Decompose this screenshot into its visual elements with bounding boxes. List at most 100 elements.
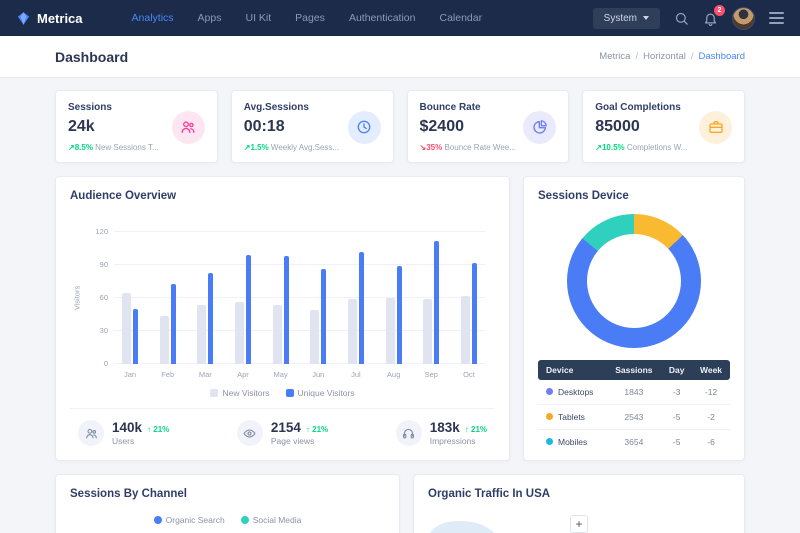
device-table-row-desktops: Desktops1843-3-12 <box>538 380 730 405</box>
clock-icon <box>348 111 381 144</box>
bar-unique-visitors <box>397 266 402 364</box>
hamburger-menu-icon[interactable] <box>769 12 784 24</box>
brand-logo-icon <box>16 11 31 26</box>
stat-card-value: $2400 <box>420 118 516 136</box>
breadcrumb-separator: / <box>691 51 694 62</box>
chart-legend: New Visitors Unique Visitors <box>70 388 495 398</box>
legend-marker <box>210 389 218 397</box>
navbar-actions: System 2 <box>593 7 784 30</box>
bar-new-visitors <box>310 310 319 364</box>
bar-new-visitors <box>235 302 244 364</box>
nav-item-calendar[interactable]: Calendar <box>429 6 494 30</box>
audience-stat-text: 183k ↑ 21% Impressions <box>430 420 487 446</box>
device-table-header-day: Day <box>661 360 692 380</box>
day-cell: -3 <box>661 380 692 405</box>
breadcrumb-item-horizontal[interactable]: Horizontal <box>643 51 686 62</box>
nav-item-apps[interactable]: Apps <box>187 6 233 30</box>
nav-item-authentication[interactable]: Authentication <box>338 6 427 30</box>
nav-item-analytics[interactable]: Analytics <box>121 6 185 30</box>
legend-item-unique-visitors[interactable]: Unique Visitors <box>286 388 355 398</box>
device-cell: Mobiles <box>538 430 606 455</box>
stat-card-title: Sessions <box>68 102 159 113</box>
user-avatar[interactable] <box>732 7 755 30</box>
bar-new-visitors <box>423 299 432 364</box>
trend-percent: ↗10.5% <box>595 143 624 152</box>
legend-marker <box>286 389 294 397</box>
device-cell: Tablets <box>538 405 606 430</box>
stat-card-trend: ↗10.5% Completions W... <box>595 143 687 152</box>
legend-item-organic-search[interactable]: Organic Search <box>154 515 225 525</box>
y-tick-label: 0 <box>88 359 108 368</box>
chevron-down-icon <box>643 16 649 20</box>
sessions-device-title: Sessions Device <box>538 190 730 202</box>
nav-item-ui-kit[interactable]: UI Kit <box>234 6 282 30</box>
system-dropdown-label: System <box>604 13 637 24</box>
bar-unique-visitors <box>359 252 364 364</box>
bar-unique-visitors <box>171 284 176 364</box>
breadcrumb-item-dashboard: Dashboard <box>699 51 745 62</box>
audience-stat-label: Users <box>112 436 169 446</box>
bar-group-mar: Mar <box>197 232 213 364</box>
breadcrumb-item-metrica[interactable]: Metrica <box>599 51 630 62</box>
map-zoom-in-button[interactable]: + <box>570 515 588 533</box>
bar-group-sep: Sep <box>423 232 439 364</box>
notifications-bell-icon[interactable]: 2 <box>703 11 718 26</box>
app-window: Metrica AnalyticsAppsUI KitPagesAuthenti… <box>0 0 800 533</box>
legend-item-social-media[interactable]: Social Media <box>241 515 302 525</box>
stat-card-text: Bounce Rate $2400 ↘35% Bounce Rate Wee..… <box>420 102 516 152</box>
audience-stat-label: Impressions <box>430 436 487 446</box>
headphones-icon <box>396 420 422 446</box>
bar-group-jun: Jun <box>310 232 326 364</box>
device-dot <box>546 413 553 420</box>
device-table-row-mobiles: Mobiles3654-5-6 <box>538 430 730 455</box>
audience-stat-percent: ↑ 21% <box>465 425 487 434</box>
trend-percent: ↘35% <box>420 143 443 152</box>
usa-map-shape <box>428 521 500 533</box>
stat-card-value: 00:18 <box>244 118 339 136</box>
x-tick-label: Sep <box>425 370 438 379</box>
stat-card-trend: ↗1.5% Weekly Avg.Sess... <box>244 143 339 152</box>
device-cell: Desktops <box>538 380 606 405</box>
device-table-header-week: Week <box>692 360 730 380</box>
audience-stat-impressions: 183k ↑ 21% Impressions <box>396 420 487 446</box>
eye-icon <box>237 420 263 446</box>
bar-new-visitors <box>122 293 131 365</box>
x-tick-label: Jul <box>351 370 361 379</box>
y-tick-label: 60 <box>88 293 108 302</box>
bar-new-visitors <box>160 316 169 364</box>
search-icon[interactable] <box>674 11 689 26</box>
legend-marker <box>154 516 162 524</box>
audience-stat-percent: ↑ 21% <box>306 425 328 434</box>
nav-item-pages[interactable]: Pages <box>284 6 336 30</box>
bar-group-jan: Jan <box>122 232 138 364</box>
day-cell: -5 <box>661 405 692 430</box>
pie-icon <box>523 111 556 144</box>
device-table: DeviceSassionsDayWeekDesktops1843-3-12Ta… <box>538 360 730 454</box>
x-tick-label: May <box>274 370 288 379</box>
x-tick-label: Jun <box>312 370 324 379</box>
users-icon <box>78 420 104 446</box>
bar-unique-visitors <box>321 269 326 364</box>
device-table-header-sassions: Sassions <box>606 360 661 380</box>
bar-group-jul: Jul <box>348 232 364 364</box>
stat-card-sessions: Sessions 24k ↗8.5% New Sessions T... <box>55 90 218 163</box>
breadcrumb: Metrica/Horizontal/Dashboard <box>599 51 745 62</box>
system-dropdown[interactable]: System <box>593 8 660 29</box>
page-title: Dashboard <box>55 49 128 65</box>
stat-card-text: Goal Completions 85000 ↗10.5% Completion… <box>595 102 687 152</box>
bar-new-visitors <box>273 305 282 364</box>
trend-text: Weekly Avg.Sess... <box>271 143 339 152</box>
brand[interactable]: Metrica <box>16 11 83 26</box>
sessions-device-card: Sessions Device DeviceSassionsDayWeekDes… <box>523 176 745 461</box>
x-tick-label: Aug <box>387 370 400 379</box>
stat-card-value: 85000 <box>595 118 687 136</box>
audience-stats-row: 140k ↑ 21% Users 2154 ↑ 21% Page views 1… <box>70 408 495 458</box>
channel-legend: Organic Search Social Media <box>70 515 385 525</box>
main-row: Audience Overview Visitors0306090120JanF… <box>55 176 745 461</box>
legend-item-new-visitors[interactable]: New Visitors <box>210 388 269 398</box>
audience-stat-label: Page views <box>271 436 328 446</box>
bar-group-may: May <box>273 232 289 364</box>
bar-new-visitors <box>348 299 357 364</box>
device-dot <box>546 438 553 445</box>
bar-group-aug: Aug <box>386 232 402 364</box>
